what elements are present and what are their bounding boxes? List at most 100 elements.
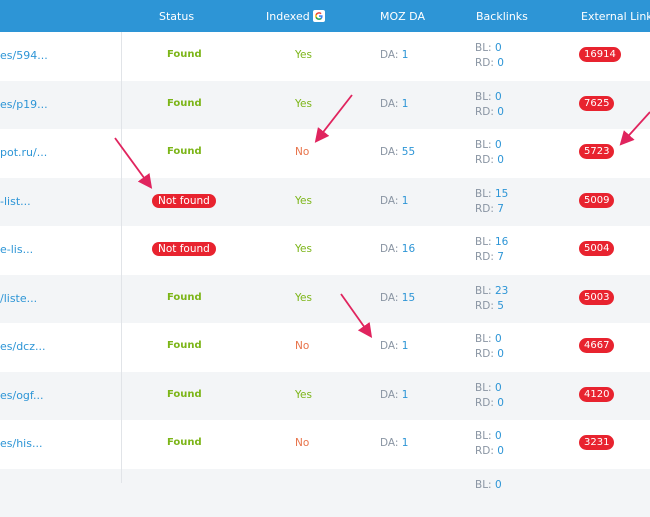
backlinks-value: BL: 23 RD: 5 [475,284,508,314]
table-row[interactable]: pot.ru/... Found No DA: 55 BL: 0 RD: 0 5723 [0,129,650,177]
rd-number: 7 [497,251,504,263]
da-label: DA: [380,243,399,255]
indexed-value: No [295,340,310,352]
rd-number: 0 [497,348,504,360]
external-links-badge[interactable]: 4120 [579,386,615,402]
bl-number: 15 [494,187,509,200]
bl-label: BL: [475,42,492,54]
url-link[interactable]: es/594... [0,49,48,62]
moz-da-value: DA: 15 [380,292,415,304]
moz-da-value: DA: 55 [380,146,415,158]
url-link[interactable]: -list... [0,195,31,208]
col-backlinks-header[interactable]: Backlinks [476,10,528,23]
external-links-badge[interactable]: 3231 [579,435,615,450]
bl-number: 0 [494,478,502,491]
table-header: Status Indexed MOZ DA Backlinks External… [0,0,650,32]
rd-label: RD: [475,445,494,457]
status-badge: Found [167,340,202,351]
bl-number: 0 [494,430,502,442]
bl-label: BL: [475,284,492,297]
da-number: 1 [401,388,409,401]
rd-number: 5 [497,299,504,312]
rd-number: 0 [497,154,504,166]
bl-label: BL: [475,139,492,151]
backlinks-value: BL: 16 RD: 7 [475,235,508,265]
external-links-badge[interactable]: 16914 [579,47,621,62]
external-links-badge[interactable]: 5003 [579,289,615,305]
url-link[interactable]: e-lis... [0,243,33,256]
table-row[interactable]: es/dcz... Found No DA: 1 BL: 0 RD: 0 4667 [0,323,650,371]
status-badge: Found [167,49,202,60]
indexed-value: Yes [295,194,312,207]
da-label: DA: [380,49,399,61]
rd-number: 0 [497,445,504,457]
indexed-value: Yes [295,291,312,304]
url-link[interactable]: es/ogf... [0,389,43,402]
moz-da-value: DA: 16 [380,243,415,255]
bl-label: BL: [475,90,492,103]
table-row[interactable]: es/594... Found Yes DA: 1 BL: 0 RD: 0 16914 [0,32,650,80]
url-link[interactable]: es/p19... [0,98,48,111]
backlinks-value: BL: 0 RD: 0 [475,429,504,459]
status-badge: Found [167,97,202,109]
rd-label: RD: [475,154,494,166]
col-status-header[interactable]: Status [159,10,194,23]
url-link[interactable]: es/his... [0,437,42,450]
rd-label: RD: [475,396,494,409]
google-icon [312,10,325,22]
url-link[interactable]: es/dcz... [0,340,46,353]
table-row[interactable]: e-lis... Not found Yes DA: 16 BL: 16 RD: 7 500… [0,226,650,274]
da-label: DA: [380,146,399,158]
col-indexed-label: Indexed [266,10,310,23]
col-indexed-header[interactable]: Indexed [266,10,325,23]
moz-da-value: DA: 1 [380,195,408,207]
col-external-links-header[interactable]: External Links [581,10,650,23]
da-number: 1 [401,194,409,207]
backlinks-value: BL: 0 RD: 0 [475,332,504,362]
external-links-badge[interactable]: 4667 [579,338,615,353]
table-row[interactable]: es/p19... Found Yes DA: 1 BL: 0 RD: 0 7625 [0,80,650,129]
indexed-value: Yes [295,243,312,255]
url-link[interactable]: /liste... [0,292,37,305]
moz-da-value: DA: 1 [380,437,408,449]
da-label: DA: [380,340,399,352]
rd-label: RD: [475,299,494,312]
table-row[interactable]: -list... Not found Yes DA: 1 BL: 15 RD: 7 5009 [0,177,650,226]
bl-number: 0 [494,42,502,54]
external-links-badge[interactable]: 5004 [579,241,615,256]
moz-da-value: DA: 1 [380,49,408,61]
da-number: 1 [401,49,409,61]
rd-number: 0 [497,105,504,118]
bl-label: BL: [475,187,492,200]
backlinks-value: BL: 15 RD: 7 [475,187,508,217]
bl-number: 16 [494,236,509,248]
status-badge: Found [167,437,202,448]
rd-label: RD: [475,348,494,360]
da-label: DA: [380,437,399,449]
table-row[interactable]: BL: 0 [0,468,650,517]
bl-number: 0 [494,90,502,103]
rd-number: 0 [497,57,504,69]
backlinks-value: BL: 0 [475,478,502,493]
da-label: DA: [380,194,399,207]
indexed-value: Yes [295,97,312,110]
table-row[interactable]: /liste... Found Yes DA: 15 BL: 23 RD: 5 5003 [0,274,650,323]
rd-label: RD: [475,57,494,69]
rd-label: RD: [475,202,494,215]
url-link[interactable]: pot.ru/... [0,146,47,159]
da-label: DA: [380,291,399,304]
external-links-badge[interactable]: 7625 [579,95,615,111]
status-badge: Found [167,146,202,157]
moz-da-value: DA: 1 [380,98,408,110]
table-row[interactable]: es/ogf... Found Yes DA: 1 BL: 0 RD: 0 4120 [0,371,650,420]
bl-number: 0 [494,333,502,345]
table-row[interactable]: es/his... Found No DA: 1 BL: 0 RD: 0 3231 [0,420,650,468]
bl-label: BL: [475,236,492,248]
rd-number: 7 [497,202,504,215]
bl-number: 0 [494,381,502,394]
bl-label: BL: [475,333,492,345]
status-badge: Not found [152,193,216,208]
col-moz-da-header[interactable]: MOZ DA [380,10,425,23]
external-links-badge[interactable]: 5723 [579,144,615,159]
external-links-badge[interactable]: 5009 [579,192,615,208]
